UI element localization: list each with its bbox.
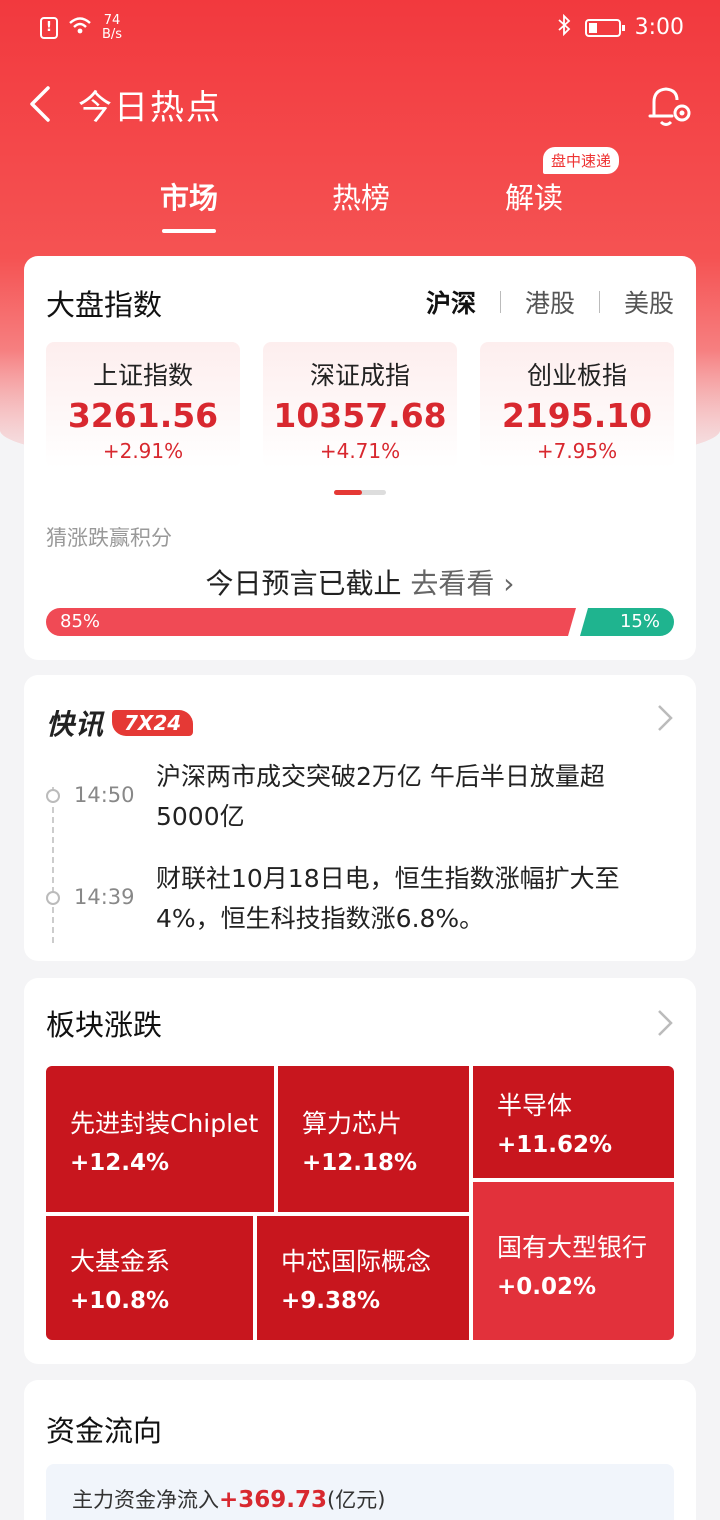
sector-change: +12.18% bbox=[302, 1150, 418, 1176]
battery-icon bbox=[584, 18, 625, 37]
index-change: +4.71% bbox=[319, 439, 401, 463]
news-logo: 快讯 7X24 bbox=[46, 703, 194, 743]
index-value: 2195.10 bbox=[501, 396, 653, 435]
index-tile-sh[interactable]: 上证指数 3261.56 +2.91% bbox=[46, 342, 240, 468]
fund-flow-unit: (亿元) bbox=[327, 1488, 386, 1512]
bell-gear-icon bbox=[648, 87, 691, 126]
news-logo-text: 快讯 bbox=[46, 708, 105, 741]
tab-hot-list[interactable]: 热榜 bbox=[332, 175, 390, 217]
chevron-right-icon[interactable] bbox=[656, 1008, 674, 1038]
status-bar: ! 74 B/s 3:00 bbox=[0, 0, 720, 56]
fund-flow-row[interactable]: 主力资金净流入+369.73(亿元) bbox=[46, 1464, 674, 1520]
sector-tile[interactable]: 半导体 +11.62% bbox=[473, 1066, 674, 1178]
tab-market[interactable]: 市场 bbox=[160, 175, 218, 233]
chevron-right-icon[interactable] bbox=[656, 703, 674, 733]
sector-change: +10.8% bbox=[70, 1288, 170, 1314]
index-tile-cyb[interactable]: 创业板指 2195.10 +7.95% bbox=[480, 342, 674, 468]
guess-label: 猜涨跌赢积分 bbox=[46, 526, 172, 550]
sim-alert-icon: ! bbox=[40, 17, 58, 39]
sector-tile[interactable]: 大基金系 +10.8% bbox=[46, 1216, 253, 1340]
sector-change: +12.4% bbox=[70, 1150, 170, 1176]
sector-tile[interactable]: 国有大型银行 +0.02% bbox=[473, 1182, 674, 1340]
network-speed-unit: B/s bbox=[102, 27, 123, 42]
index-name: 上证指数 bbox=[92, 361, 193, 390]
sector-name: 先进封装Chiplet bbox=[70, 1109, 259, 1138]
back-button[interactable] bbox=[24, 84, 60, 124]
news-time: 14:39 bbox=[74, 885, 135, 909]
network-speed: 74 B/s bbox=[102, 14, 122, 42]
index-card-title: 大盘指数 bbox=[46, 288, 163, 322]
sector-tile[interactable]: 先进封装Chiplet +12.4% bbox=[46, 1066, 274, 1212]
index-value: 3261.56 bbox=[67, 396, 219, 435]
fund-flow-value: +369.73 bbox=[219, 1487, 328, 1513]
news-text: 沪深两市成交突破2万亿 午后半日放量超5000亿 bbox=[156, 762, 605, 831]
tab-bar: 市场 热榜 解读 bbox=[0, 165, 720, 235]
index-tile-sz[interactable]: 深证成指 10357.68 +4.71% bbox=[263, 342, 457, 468]
index-card: 大盘指数 沪深 港股 美股 上证指数 3261.56 +2.91% 深证成指 1… bbox=[24, 256, 696, 660]
market-tab-hk[interactable]: 港股 bbox=[525, 284, 575, 320]
divider bbox=[598, 291, 600, 313]
news-time: 14:50 bbox=[74, 783, 135, 807]
index-change: +7.95% bbox=[536, 439, 618, 463]
up-ratio-fill bbox=[46, 608, 576, 636]
timeline-line bbox=[52, 787, 54, 943]
sector-name: 算力芯片 bbox=[302, 1109, 403, 1138]
clock: 3:00 bbox=[634, 15, 684, 40]
sector-name: 大基金系 bbox=[70, 1247, 171, 1276]
guess-ratio-bar: 85% 15% bbox=[46, 608, 674, 636]
sector-name: 中芯国际概念 bbox=[281, 1247, 432, 1276]
notification-settings-button[interactable] bbox=[644, 78, 696, 130]
sector-card-title: 板块涨跌 bbox=[46, 1008, 163, 1042]
up-ratio-label: 85% bbox=[60, 611, 101, 632]
network-speed-value: 74 bbox=[103, 13, 121, 28]
app-header: 今日热点 bbox=[0, 70, 720, 140]
news-text: 财联社10月18日电，恒生指数涨幅扩大至4%，恒生科技指数涨6.8%。 bbox=[156, 864, 620, 933]
sector-change: +0.02% bbox=[497, 1274, 597, 1300]
index-value: 10357.68 bbox=[273, 396, 447, 435]
page-title: 今日热点 bbox=[78, 88, 222, 128]
timeline-dot bbox=[46, 891, 60, 905]
sector-name: 国有大型银行 bbox=[497, 1233, 648, 1262]
market-tab-hs[interactable]: 沪深 bbox=[426, 284, 476, 320]
index-name: 深证成指 bbox=[309, 361, 410, 390]
guess-status[interactable]: 今日预言已截止 去看看 › bbox=[24, 562, 696, 602]
fund-flow-title: 资金流向 bbox=[46, 1414, 163, 1448]
sector-tile[interactable]: 算力芯片 +12.18% bbox=[278, 1066, 469, 1212]
sector-change: +11.62% bbox=[497, 1132, 613, 1158]
tab-badge: 盘中速递 bbox=[543, 147, 620, 174]
sector-tile[interactable]: 中芯国际概念 +9.38% bbox=[257, 1216, 469, 1340]
market-switcher: 沪深 港股 美股 bbox=[426, 284, 674, 320]
sector-change: +9.38% bbox=[281, 1288, 381, 1314]
bluetooth-icon bbox=[557, 13, 571, 41]
wifi-icon bbox=[68, 16, 92, 41]
market-tab-us[interactable]: 美股 bbox=[624, 284, 674, 320]
tab-analysis[interactable]: 解读 bbox=[505, 175, 563, 217]
timeline-dot bbox=[46, 789, 60, 803]
news-card: 快讯 7X24 14:50 沪深两市成交突破2万亿 午后半日放量超5000亿 1… bbox=[24, 675, 696, 961]
sector-card: 板块涨跌 先进封装Chiplet +12.4% 算力芯片 +12.18% 半导体… bbox=[24, 978, 696, 1364]
guess-link[interactable]: 去看看 › bbox=[410, 567, 514, 600]
index-name: 创业板指 bbox=[526, 361, 627, 390]
divider bbox=[499, 291, 501, 313]
index-change: +2.91% bbox=[102, 439, 184, 463]
chevron-left-icon bbox=[30, 86, 50, 122]
down-ratio-label: 15% bbox=[619, 611, 660, 632]
page-indicator bbox=[334, 490, 386, 495]
fund-flow-label: 主力资金净流入 bbox=[72, 1488, 219, 1512]
fund-flow-card: 资金流向 主力资金净流入+369.73(亿元) bbox=[24, 1380, 696, 1520]
news-logo-tag: 7X24 bbox=[112, 710, 194, 736]
guess-status-text: 今日预言已截止 bbox=[205, 567, 402, 600]
sector-name: 半导体 bbox=[497, 1091, 573, 1120]
